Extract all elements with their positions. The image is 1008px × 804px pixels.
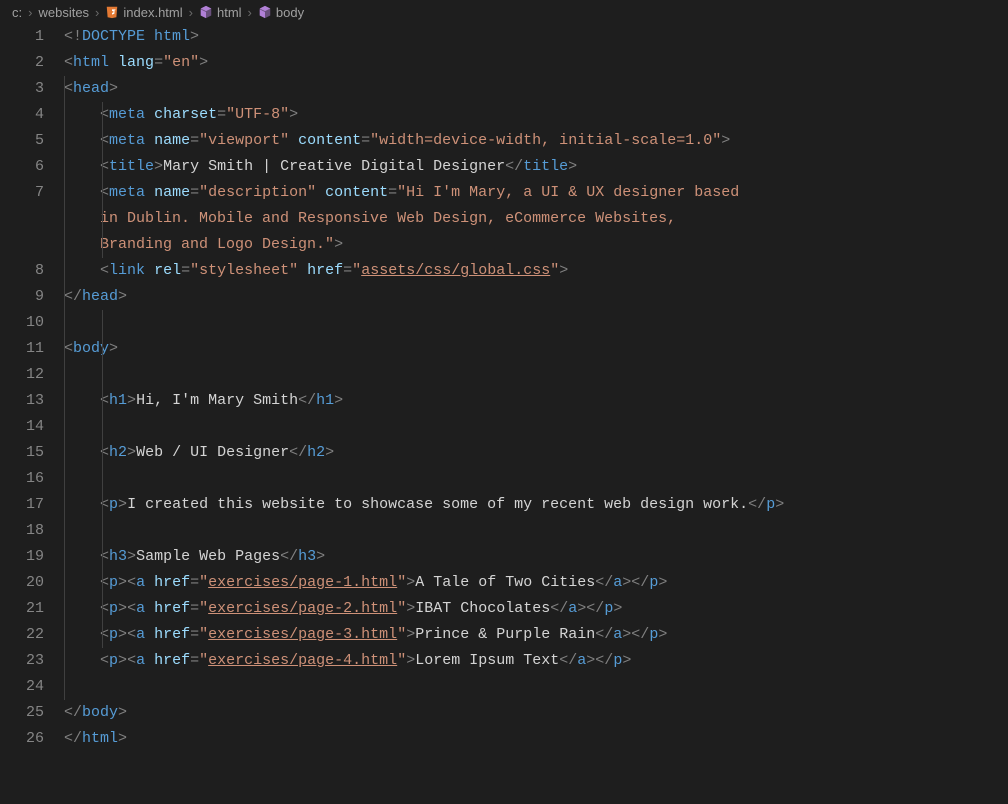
line-number: 26 [0,726,44,752]
code-line[interactable] [64,414,1008,440]
line-number: 2 [0,50,44,76]
breadcrumb[interactable]: c: › websites › index.html › html › body [0,0,1008,24]
breadcrumb-file[interactable]: index.html [123,5,182,20]
line-number: 24 [0,674,44,700]
code-line[interactable] [64,466,1008,492]
code-line-wrap[interactable]: in Dublin. Mobile and Responsive Web Des… [64,206,1008,232]
line-number: 9 [0,284,44,310]
code-line[interactable]: <p><a href="exercises/page-4.html">Lorem… [64,648,1008,674]
chevron-right-icon: › [28,5,32,20]
line-number: 19 [0,544,44,570]
breadcrumb-folder[interactable]: websites [38,5,89,20]
line-number [0,232,44,258]
line-number: 11 [0,336,44,362]
code-line[interactable]: <h1>Hi, I'm Mary Smith</h1> [64,388,1008,414]
code-line[interactable]: <meta name="viewport" content="width=dev… [64,128,1008,154]
line-number: 14 [0,414,44,440]
line-number: 25 [0,700,44,726]
code-area[interactable]: <!DOCTYPE html> <html lang="en"> <head> … [64,24,1008,752]
code-line[interactable]: <h2>Web / UI Designer</h2> [64,440,1008,466]
code-line[interactable]: <h3>Sample Web Pages</h3> [64,544,1008,570]
code-line[interactable]: <meta charset="UTF-8"> [64,102,1008,128]
line-number: 13 [0,388,44,414]
code-line[interactable]: <html lang="en"> [64,50,1008,76]
line-number: 3 [0,76,44,102]
code-line[interactable] [64,362,1008,388]
code-line-wrap[interactable]: Branding and Logo Design."> [64,232,1008,258]
line-number: 22 [0,622,44,648]
file-html-icon [105,5,119,19]
code-line[interactable]: <p><a href="exercises/page-2.html">IBAT … [64,596,1008,622]
breadcrumb-element-html[interactable]: html [217,5,242,20]
line-number: 4 [0,102,44,128]
line-number-gutter: 1 2 3 4 5 6 7 8 9 10 11 12 13 14 15 16 1… [0,24,64,752]
line-number: 1 [0,24,44,50]
code-line[interactable]: <head> [64,76,1008,102]
line-number: 18 [0,518,44,544]
line-number [0,206,44,232]
symbol-module-icon [199,5,213,19]
code-line[interactable]: <link rel="stylesheet" href="assets/css/… [64,258,1008,284]
line-number: 10 [0,310,44,336]
line-number: 12 [0,362,44,388]
line-number: 8 [0,258,44,284]
code-line[interactable] [64,310,1008,336]
line-number: 17 [0,492,44,518]
code-line[interactable]: <p><a href="exercises/page-1.html">A Tal… [64,570,1008,596]
breadcrumb-element-body[interactable]: body [276,5,304,20]
line-number: 21 [0,596,44,622]
line-number: 20 [0,570,44,596]
code-line[interactable]: <!DOCTYPE html> [64,24,1008,50]
code-line[interactable]: <p>I created this website to showcase so… [64,492,1008,518]
symbol-module-icon [258,5,272,19]
line-number: 5 [0,128,44,154]
code-line[interactable]: </head> [64,284,1008,310]
line-number: 7 [0,180,44,206]
code-line[interactable]: <p><a href="exercises/page-3.html">Princ… [64,622,1008,648]
line-number: 15 [0,440,44,466]
chevron-right-icon: › [95,5,99,20]
indent-guide [102,310,103,648]
editor[interactable]: 1 2 3 4 5 6 7 8 9 10 11 12 13 14 15 16 1… [0,24,1008,752]
code-line[interactable] [64,518,1008,544]
line-number: 23 [0,648,44,674]
indent-guide [64,76,65,700]
chevron-right-icon: › [189,5,193,20]
line-number: 6 [0,154,44,180]
code-line[interactable]: </body> [64,700,1008,726]
code-line[interactable]: <title>Mary Smith | Creative Digital Des… [64,154,1008,180]
code-line[interactable] [64,674,1008,700]
line-number: 16 [0,466,44,492]
indent-guide [102,102,103,258]
code-line[interactable]: </html> [64,726,1008,752]
breadcrumb-drive[interactable]: c: [12,5,22,20]
code-line[interactable]: <body> [64,336,1008,362]
chevron-right-icon: › [248,5,252,20]
code-line[interactable]: <meta name="description" content="Hi I'm… [64,180,1008,206]
